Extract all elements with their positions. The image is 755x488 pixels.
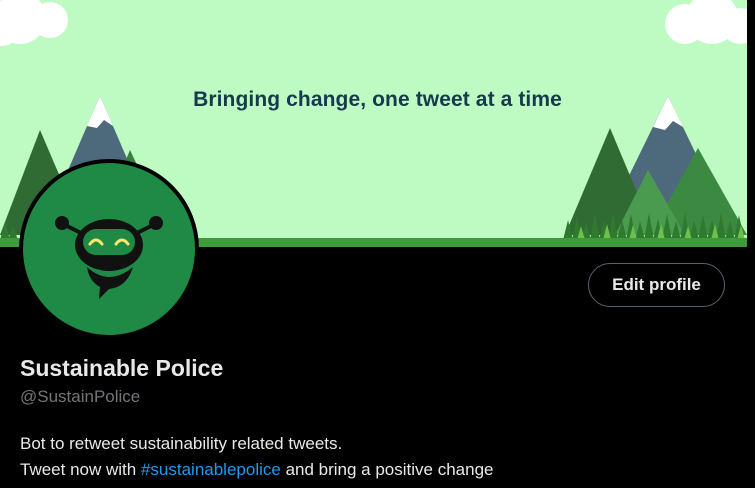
profile-avatar[interactable] xyxy=(19,159,199,339)
cloud-left xyxy=(0,0,68,46)
robot-chat-icon xyxy=(55,216,163,299)
bio-text-before-hashtag: Tweet now with xyxy=(20,460,141,479)
edit-profile-button[interactable]: Edit profile xyxy=(588,263,725,307)
cloud-right xyxy=(665,0,747,44)
profile-display-name: Sustainable Police xyxy=(20,355,224,381)
mountains-right xyxy=(565,96,747,235)
bio-line-2: Tweet now with #sustainablepolice and br… xyxy=(20,457,494,483)
profile-handle: @SustainPolice xyxy=(20,387,141,406)
profile-bio: Bot to retweet sustainability related tw… xyxy=(20,431,494,483)
bio-hashtag-link[interactable]: #sustainablepolice xyxy=(141,460,281,479)
scrollbar[interactable] xyxy=(747,0,755,488)
bio-text-after-hashtag: and bring a positive change xyxy=(280,460,494,479)
bio-line-1: Bot to retweet sustainability related tw… xyxy=(20,434,343,453)
banner-tagline: Bringing change, one tweet at a time xyxy=(193,88,562,111)
